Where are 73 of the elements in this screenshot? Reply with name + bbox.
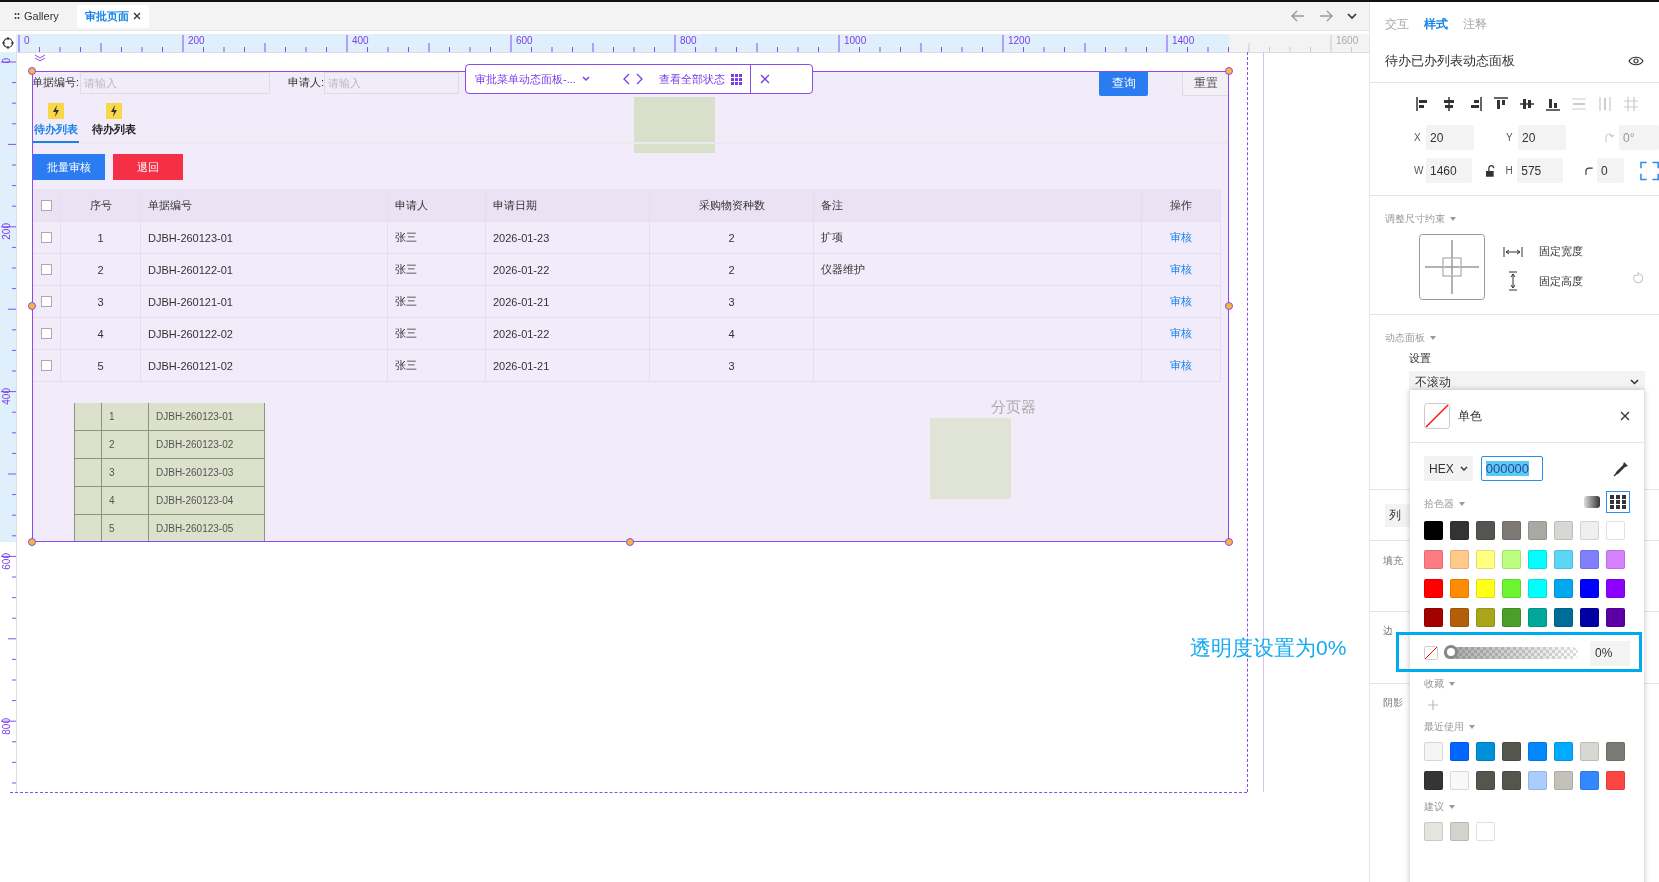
header-cell: 申请人 xyxy=(388,189,486,221)
table-cell: 3 xyxy=(102,459,149,487)
ruler-label: 1400 xyxy=(1171,35,1195,46)
constraint-label: 固定高度 xyxy=(1539,273,1583,289)
pager-label: 分页器 xyxy=(991,398,1036,417)
table-cell: 4 xyxy=(650,318,814,349)
table-cell: 仪器维护 xyxy=(814,254,1142,285)
table-cell: 2026-01-23 xyxy=(486,222,650,253)
field-label: Y xyxy=(1506,132,1514,143)
table-cell: 4 xyxy=(61,318,141,349)
table-cell: DJBH-260123-01 xyxy=(141,222,388,253)
table-cell: 1 xyxy=(102,403,149,431)
header-cell: 采购物资种数 xyxy=(650,189,814,221)
ruler-label: 200 xyxy=(1,223,12,240)
table-cell: DJBH-260122-01 xyxy=(141,254,388,285)
table-cell: 扩项 xyxy=(814,222,1142,253)
table-cell: DJBH-260123-01 xyxy=(149,403,265,431)
ruler-label: 600 xyxy=(515,35,533,46)
table-cell: DJBH-260123-03 xyxy=(149,459,265,487)
ruler-label: 200 xyxy=(187,35,205,46)
header-cell: 序号 xyxy=(61,189,141,221)
table-cell: 2026-01-21 xyxy=(486,350,650,381)
table-cell: 5 xyxy=(61,350,141,381)
table-cell: 张三 xyxy=(388,318,486,349)
table-cell: 1 xyxy=(61,222,141,253)
setting-label: 设置 xyxy=(1409,351,1432,366)
table-cell: 3 xyxy=(650,286,814,317)
ruler-label: 1200 xyxy=(1007,35,1031,46)
ruler-label: 600 xyxy=(1,553,12,570)
table-cell: DJBH-260123-04 xyxy=(149,487,265,515)
table-cell: 2026-01-21 xyxy=(486,286,650,317)
section-label: 边 xyxy=(1383,624,1393,638)
table-cell: 2 xyxy=(650,222,814,253)
table-cell: 张三 xyxy=(388,254,486,285)
table-cell: DJBH-260121-01 xyxy=(141,286,388,317)
ruler-label: 400 xyxy=(1,388,12,405)
section-label: 填充 xyxy=(1383,554,1403,568)
table-cell: 2 xyxy=(61,254,141,285)
section-label: 阴影 xyxy=(1383,696,1403,710)
header-cell: 单据编号 xyxy=(141,189,388,221)
table-cell: 3 xyxy=(61,286,141,317)
table-cell: DJBH-260123-05 xyxy=(149,515,265,541)
ruler-label: 800 xyxy=(1,718,12,735)
table-cell: DJBH-260122-02 xyxy=(141,318,388,349)
constraint-label: 固定宽度 xyxy=(1539,244,1583,259)
table-cell: DJBH-260121-02 xyxy=(141,350,388,381)
table-cell: 张三 xyxy=(388,222,486,253)
field-label: 单据编号: xyxy=(33,75,80,90)
header-cell: 申请日期 xyxy=(486,189,650,221)
ruler-label: 0 xyxy=(23,35,30,46)
field-label: 申请人: xyxy=(288,75,325,90)
table-cell: 5 xyxy=(102,515,149,541)
table-cell: 2026-01-22 xyxy=(486,254,650,285)
table-cell: 张三 xyxy=(388,286,486,317)
annotation-text: 透明度设置为0% xyxy=(1190,635,1347,661)
element-name: 待办已办列表动态面板 xyxy=(1385,52,1515,70)
table-cell: 2026-01-22 xyxy=(486,318,650,349)
header-cell: 备注 xyxy=(814,189,1142,221)
ruler-label: 0 xyxy=(1,58,12,64)
table-cell: 张三 xyxy=(388,350,486,381)
ruler-label: 1600 xyxy=(1335,35,1359,46)
table-cell: DJBH-260123-02 xyxy=(149,431,265,459)
ruler-label: 1000 xyxy=(843,35,867,46)
field-label: H xyxy=(1505,165,1514,176)
ruler-label: 800 xyxy=(679,35,697,46)
header-cell: 操作 xyxy=(1142,189,1221,221)
field-label: W xyxy=(1414,165,1422,176)
table-cell: 3 xyxy=(650,350,814,381)
ruler-label: 400 xyxy=(351,35,369,46)
table-cell: 4 xyxy=(102,487,149,515)
field-label: X xyxy=(1414,132,1422,143)
table-cell: 2 xyxy=(102,431,149,459)
table-cell: 2 xyxy=(650,254,814,285)
